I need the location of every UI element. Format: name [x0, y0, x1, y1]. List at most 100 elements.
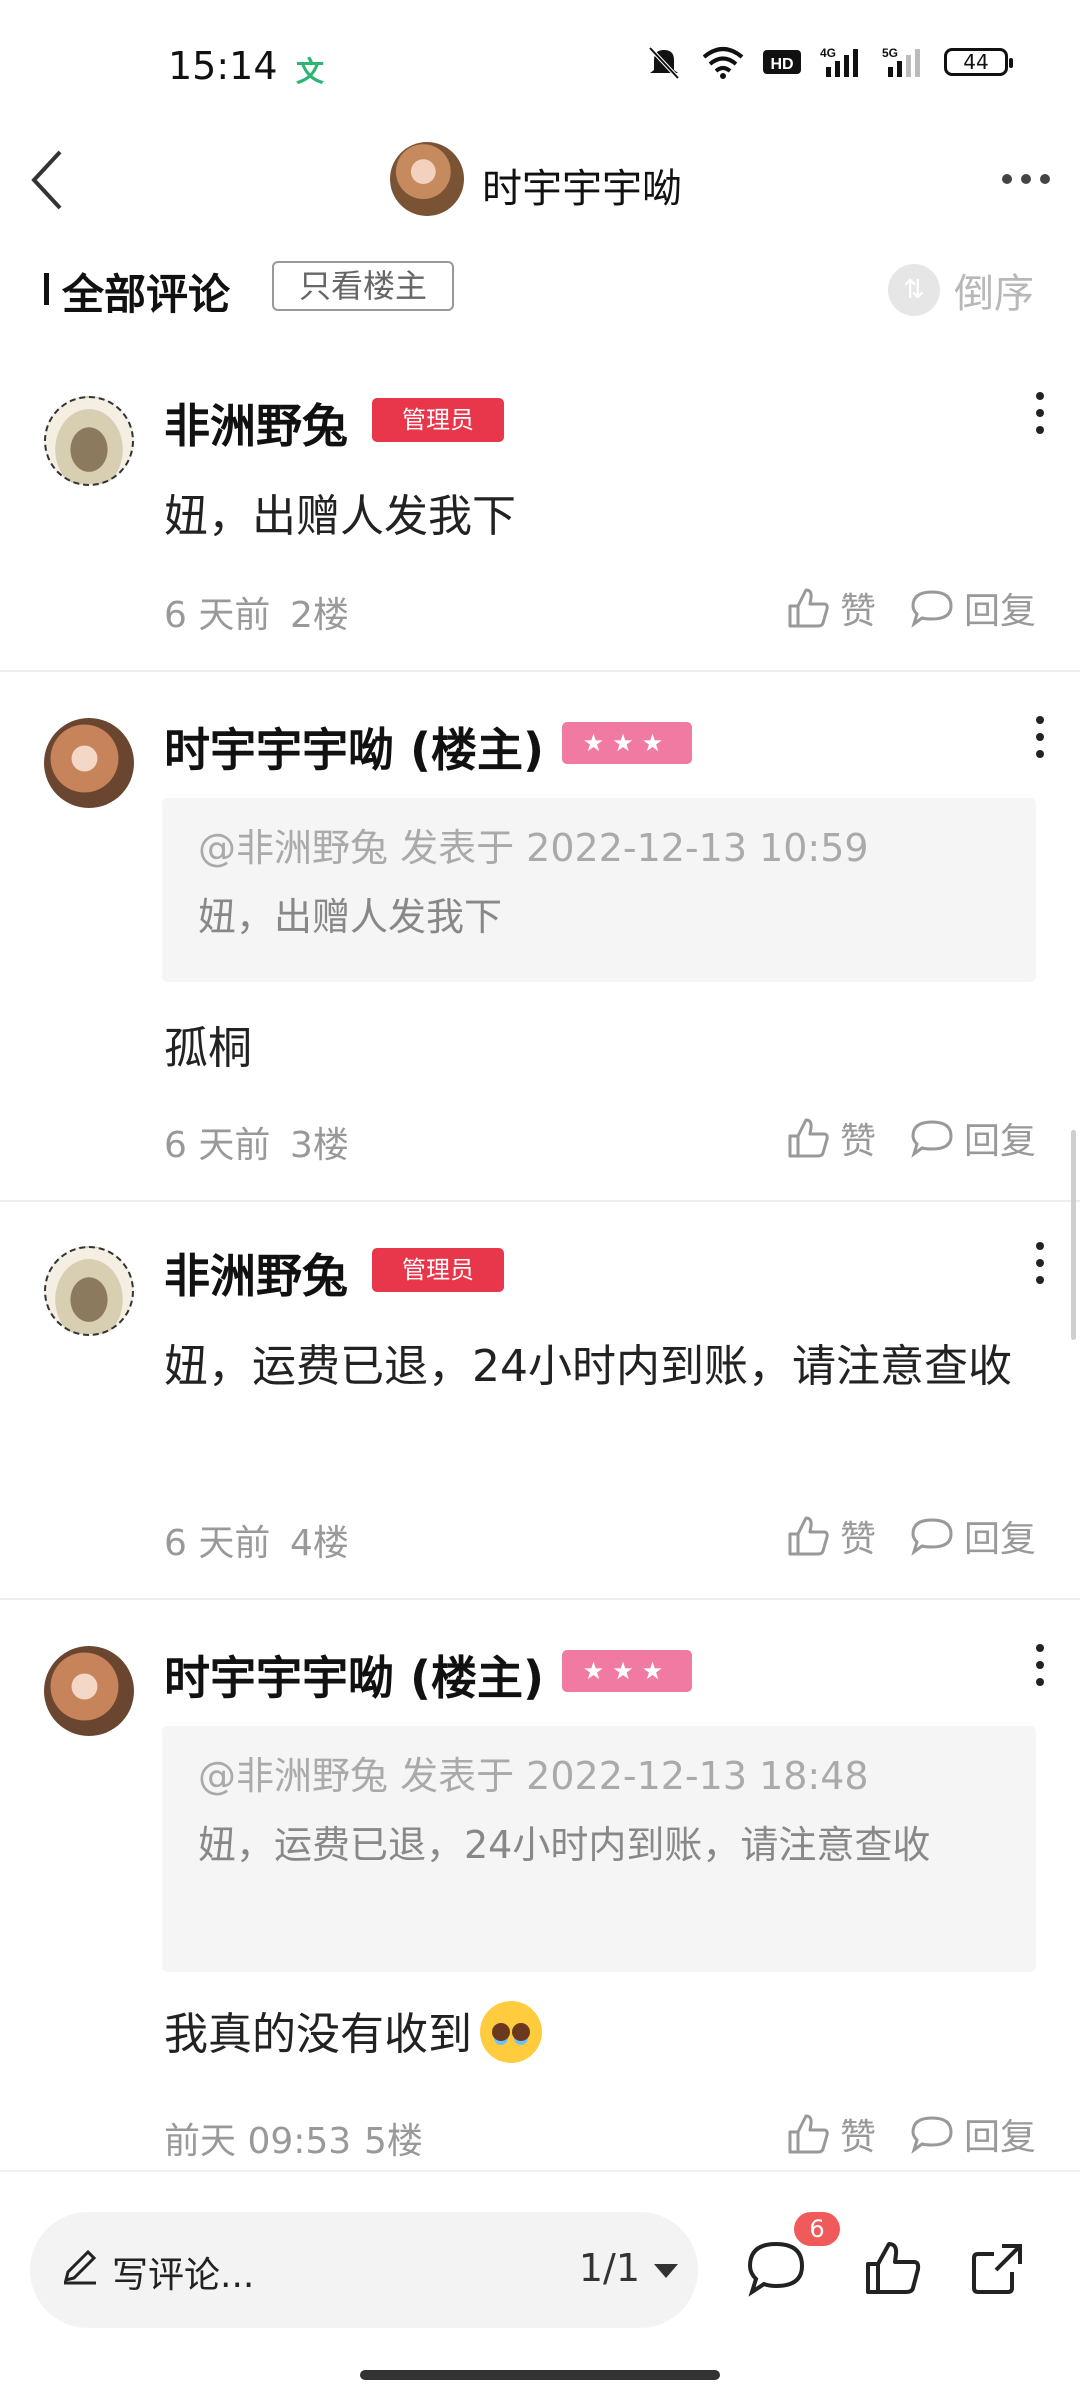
thumbs-up-icon — [788, 588, 829, 628]
battery-icon: 44 — [944, 48, 1013, 76]
comment-item: 非洲野兔 管理员 妞，运费已退，24小时内到账，请注意查收 6 天前 4楼 赞 … — [0, 1202, 1080, 1600]
quote-header: @非洲野兔 发表于 2022-12-13 18:48 — [198, 1754, 869, 1798]
signal-5g-icon: 5G — [882, 46, 920, 77]
more-options-icon[interactable] — [1002, 174, 1050, 184]
commenter-name[interactable]: 时宇宇宇呦 (楼主) — [164, 1642, 544, 1708]
reply-button[interactable]: 回复 — [910, 1112, 1036, 1164]
comments-icon[interactable] — [746, 2238, 806, 2298]
reply-label: 回复 — [963, 2117, 1036, 2158]
comment-actions: 赞 回复 — [752, 1112, 1036, 1164]
reply-label: 回复 — [963, 1121, 1036, 1162]
like-label: 赞 — [839, 2117, 876, 2158]
comment-menu-icon[interactable] — [1036, 1242, 1046, 1293]
comment-floor: 3楼 — [290, 1125, 349, 1166]
page-indicator[interactable]: 1/1 — [579, 2246, 640, 2290]
svg-text:5G: 5G — [882, 46, 898, 60]
comment-text-content: 我真的没有收到 — [164, 2009, 472, 2060]
home-indicator[interactable] — [360, 2370, 720, 2380]
comment-item: 时宇宇宇呦 (楼主) ★★★ @非洲野兔 发表于 2022-12-13 18:4… — [0, 1600, 1080, 2170]
compose-placeholder: 写评论... — [112, 2255, 255, 2296]
sort-toggle[interactable]: 倒序 — [888, 261, 1034, 319]
reply-button[interactable]: 回复 — [910, 582, 1036, 634]
comment-menu-icon[interactable] — [1036, 1644, 1046, 1695]
like-button[interactable]: 赞 — [786, 1510, 876, 1562]
section-marker — [44, 273, 49, 305]
comment-filter-bar: 全部评论 只看楼主 倒序 — [0, 255, 1080, 325]
comment-time: 6 天前 — [164, 1523, 271, 1564]
reply-button[interactable]: 回复 — [910, 1510, 1036, 1562]
like-label: 赞 — [839, 591, 876, 632]
comment-menu-icon[interactable] — [1036, 392, 1046, 443]
comment-item: 时宇宇宇呦 (楼主) ★★★ @非洲野兔 发表于 2022-12-13 10:5… — [0, 672, 1080, 1202]
status-bar: 15:14 文 HD 4G 5G 44 — [0, 0, 1080, 130]
admin-badge: 管理员 — [372, 398, 504, 442]
level-stars-badge: ★★★ — [562, 722, 692, 764]
comment-item: 非洲野兔 管理员 妞，出赠人发我下 6 天前 2楼 赞 回复 — [0, 360, 1080, 672]
all-comments-title: 全部评论 — [62, 270, 231, 319]
commenter-name[interactable]: 非洲野兔 — [164, 390, 348, 456]
avatar[interactable] — [44, 1646, 134, 1736]
author-avatar[interactable] — [390, 142, 464, 216]
bottom-action-bar: 写评论... 1/1 6 — [0, 2170, 1080, 2402]
like-button[interactable]: 赞 — [786, 2108, 876, 2160]
comment-text: 孤桐 — [164, 1023, 252, 1074]
like-label: 赞 — [839, 1121, 876, 1162]
speech-bubble-icon — [911, 1518, 953, 1556]
speech-bubble-icon — [911, 2116, 953, 2154]
comment-time: 6 天前 — [164, 1125, 271, 1166]
like-button[interactable]: 赞 — [786, 582, 876, 634]
comment-floor: 5楼 — [364, 2121, 423, 2162]
sort-icon — [888, 264, 940, 316]
avatar[interactable] — [44, 718, 134, 808]
svg-text:HD: HD — [770, 56, 793, 73]
top-nav: 时宇宇宇呦 — [0, 130, 1080, 230]
chevron-down-icon[interactable] — [654, 2264, 678, 2278]
quote-body: 妞，运费已退，24小时内到账，请注意查收 — [198, 1823, 931, 1867]
comment-menu-icon[interactable] — [1036, 716, 1046, 767]
scrollbar[interactable] — [1071, 1130, 1076, 1340]
commenter-name[interactable]: 非洲野兔 — [164, 1240, 348, 1306]
comment-text: 妞，运费已退，24小时内到账，请注意查收 — [164, 1341, 1012, 1392]
sort-label: 倒序 — [954, 271, 1034, 317]
signal-4g-icon: 4G — [820, 46, 858, 77]
avatar[interactable] — [44, 396, 134, 486]
speech-bubble-icon — [911, 1120, 953, 1158]
share-icon[interactable] — [968, 2238, 1028, 2298]
comment-time: 6 天前 — [164, 595, 271, 636]
status-time: 15:14 — [168, 44, 278, 88]
thumbs-up-icon — [788, 1118, 829, 1158]
reply-label: 回复 — [963, 1519, 1036, 1560]
comment-actions: 赞 回复 — [752, 1510, 1036, 1562]
comment-compose-input[interactable]: 写评论... 1/1 — [30, 2212, 698, 2328]
pen-icon — [63, 2249, 97, 2285]
page-title[interactable]: 时宇宇宇呦 — [482, 156, 682, 214]
avatar[interactable] — [44, 1246, 134, 1336]
comment-floor: 2楼 — [290, 595, 349, 636]
quoted-comment[interactable]: @非洲野兔 发表于 2022-12-13 10:59 妞，出赠人发我下 — [162, 798, 1036, 982]
level-stars-badge: ★★★ — [562, 1650, 692, 1692]
comment-count-badge: 6 — [794, 2212, 840, 2246]
reply-button[interactable]: 回复 — [910, 2108, 1036, 2160]
translate-icon: 文 — [296, 55, 325, 88]
only-op-button[interactable]: 只看楼主 — [272, 261, 454, 311]
reply-label: 回复 — [963, 591, 1036, 632]
comment-actions: 赞 回复 — [752, 2108, 1036, 2160]
like-button[interactable]: 赞 — [786, 1112, 876, 1164]
comment-time: 前天 09:53 — [164, 2121, 352, 2162]
back-arrow-icon[interactable] — [28, 148, 68, 212]
like-label: 赞 — [839, 1519, 876, 1560]
status-icons: HD 4G 5G 44 — [644, 44, 1013, 80]
quote-body: 妞，出赠人发我下 — [198, 895, 503, 939]
quoted-comment[interactable]: @非洲野兔 发表于 2022-12-13 18:48 妞，运费已退，24小时内到… — [162, 1726, 1036, 1972]
comment-floor: 4楼 — [290, 1523, 349, 1564]
comment-text: 妞，出赠人发我下 — [164, 491, 516, 542]
hd-icon: HD — [763, 50, 801, 74]
wifi-icon — [702, 47, 744, 79]
comment-actions: 赞 回复 — [752, 582, 1036, 634]
comment-text: 我真的没有收到 — [164, 1996, 1044, 2074]
speech-bubble-icon — [911, 590, 953, 628]
thumbs-up-icon[interactable] — [862, 2238, 922, 2298]
crying-face-emoji-icon — [480, 2001, 542, 2063]
quote-header: @非洲野兔 发表于 2022-12-13 10:59 — [198, 826, 869, 870]
commenter-name[interactable]: 时宇宇宇呦 (楼主) — [164, 714, 544, 780]
